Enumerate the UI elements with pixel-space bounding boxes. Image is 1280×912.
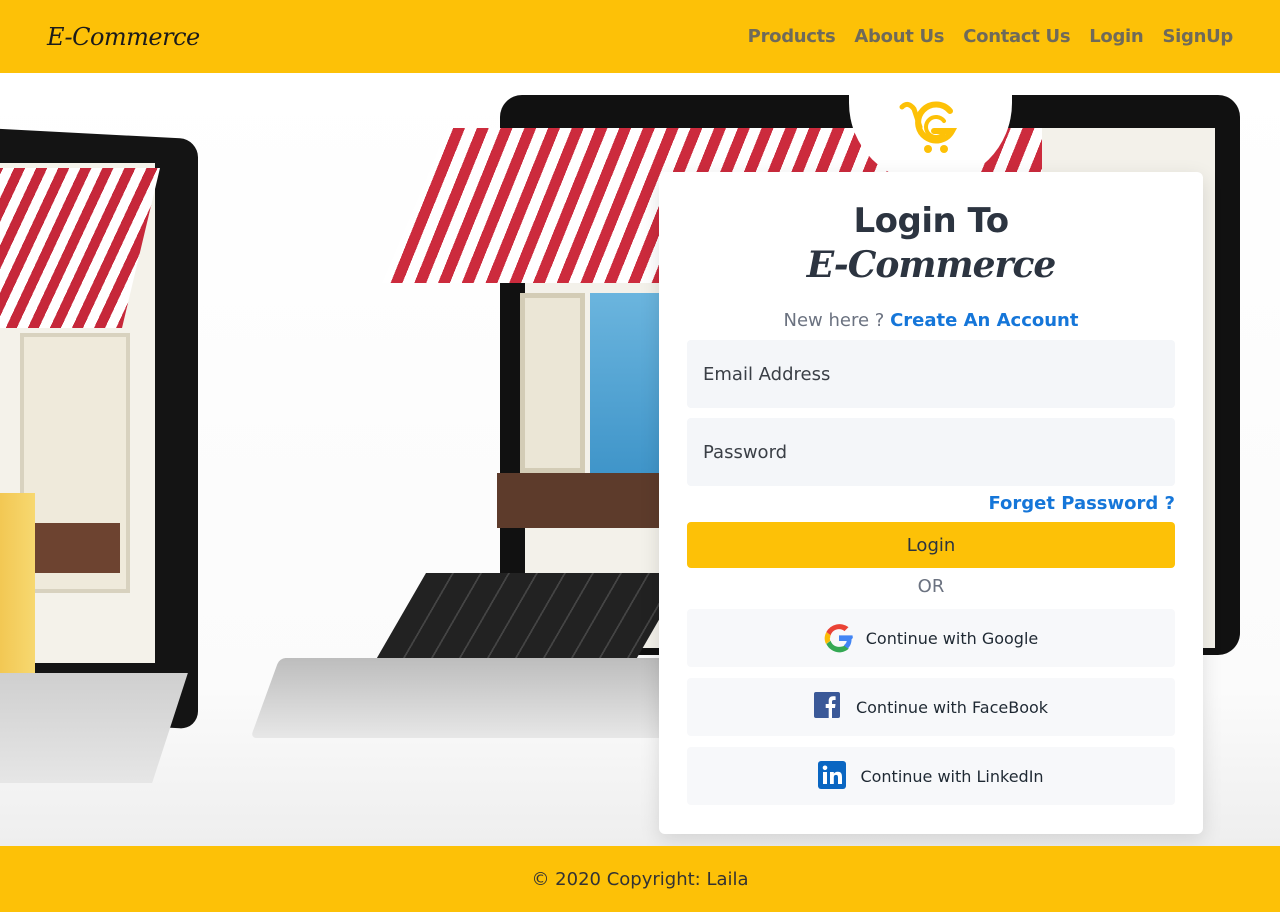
left-laptop-base [0, 673, 188, 783]
new-here-text: New here ? Create An Account [687, 310, 1175, 331]
right-shop-door [520, 293, 585, 473]
navbar: E-Commerce Products About Us Contact Us … [0, 0, 1280, 73]
login-card: Login To E-Commerce New here ? Create An… [659, 172, 1203, 834]
nav-products[interactable]: Products [748, 26, 836, 47]
main-nav: Products About Us Contact Us Login SignU… [748, 26, 1234, 47]
brand-logo[interactable]: E-Commerce [47, 23, 200, 51]
google-icon [824, 623, 854, 653]
facebook-login-button[interactable]: Continue with FaceBook [687, 678, 1175, 736]
cart-logo-icon [898, 97, 964, 160]
right-laptop-base [250, 658, 700, 738]
copyright-text: © 2020 Copyright: Laila [531, 868, 749, 890]
email-field[interactable] [687, 340, 1175, 408]
facebook-login-label: Continue with FaceBook [855, 697, 1049, 717]
forget-password-link[interactable]: Forget Password ? [687, 493, 1175, 514]
new-here-label: New here ? [783, 310, 885, 331]
linkedin-login-button[interactable]: Continue with LinkedIn [687, 747, 1175, 805]
nav-login[interactable]: Login [1089, 26, 1144, 47]
nav-contact-us[interactable]: Contact Us [963, 26, 1070, 47]
right-shop-window [590, 293, 670, 483]
linkedin-login-label: Continue with LinkedIn [860, 766, 1044, 786]
login-button[interactable]: Login [687, 522, 1175, 568]
right-shop-base [497, 473, 667, 528]
google-login-label: Continue with Google [865, 628, 1039, 648]
footer: © 2020 Copyright: Laila [0, 846, 1280, 912]
password-field[interactable] [687, 418, 1175, 486]
linkedin-icon [818, 761, 848, 791]
laptop-keyboard [374, 573, 686, 663]
facebook-icon [813, 692, 844, 722]
or-divider: OR [917, 576, 945, 597]
nav-about-us[interactable]: About Us [854, 26, 944, 47]
create-account-link[interactable]: Create An Account [890, 310, 1078, 331]
login-brand: E-Commerce [806, 244, 1057, 286]
nav-signup[interactable]: SignUp [1162, 26, 1233, 47]
login-title: Login To [853, 201, 1009, 241]
google-login-button[interactable]: Continue with Google [687, 609, 1175, 667]
